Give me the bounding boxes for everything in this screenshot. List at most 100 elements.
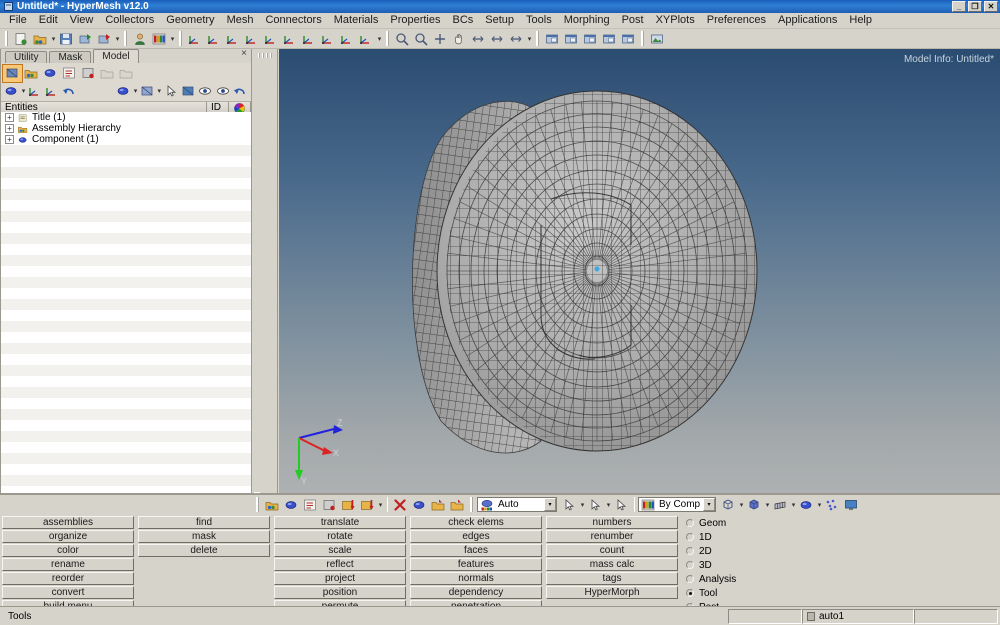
menu-item-view[interactable]: View (64, 13, 100, 28)
normal-view-dropdown-arrow[interactable]: ▾ (376, 30, 383, 48)
browser-tab-mask[interactable]: Mask (49, 51, 92, 63)
organize-icon[interactable] (429, 496, 448, 514)
show-all-icon[interactable] (197, 83, 214, 100)
menu-item-post[interactable]: Post (616, 13, 650, 28)
shaded-cube-dropdown-arrow[interactable]: ▾ (764, 496, 771, 514)
panel-button-mask[interactable]: mask (138, 530, 270, 543)
menu-item-connectors[interactable]: Connectors (259, 13, 327, 28)
open-model-dropdown-arrow[interactable]: ▾ (50, 30, 57, 48)
xz-plane-icon[interactable] (281, 30, 300, 48)
panel-button-scale[interactable]: scale (274, 544, 406, 557)
pick-region-dropdown-arrow[interactable]: ▾ (605, 496, 612, 514)
card-edit-icon[interactable] (301, 496, 320, 514)
component-icon[interactable] (41, 65, 60, 82)
center-icon[interactable] (431, 30, 450, 48)
menu-item-mesh[interactable]: Mesh (221, 13, 260, 28)
menu-item-materials[interactable]: Materials (328, 13, 385, 28)
panel-button-rotate[interactable]: rotate (274, 530, 406, 543)
display-model-icon[interactable] (2, 63, 23, 83)
monitor-icon[interactable] (842, 496, 861, 514)
menu-item-applications[interactable]: Applications (772, 13, 843, 28)
toolbar-grip-window-group[interactable] (536, 31, 540, 46)
save-model-icon[interactable] (57, 30, 76, 48)
highlight-icon[interactable] (180, 83, 197, 100)
rotate-free-dropdown-arrow[interactable]: ▾ (526, 30, 533, 48)
isolate-only-icon[interactable] (44, 83, 61, 100)
close-button[interactable]: ✕ (984, 1, 998, 12)
status-field-2[interactable]: auto1 (802, 608, 914, 624)
toolbar-grip-capture-group[interactable] (641, 31, 645, 46)
page-radio-1d[interactable]: 1D (686, 530, 764, 544)
page-radio-geom[interactable]: Geom (686, 516, 764, 530)
panel-button-assemblies[interactable]: assemblies (2, 516, 134, 529)
menu-item-bcs[interactable]: BCs (447, 13, 480, 28)
pan-hand-icon[interactable] (450, 30, 469, 48)
tree-expander[interactable]: + (5, 113, 14, 122)
color-palette-dropdown-arrow[interactable]: ▾ (169, 30, 176, 48)
nodes-icon[interactable] (823, 496, 842, 514)
menu-item-collectors[interactable]: Collectors (99, 13, 160, 28)
color-mode-combo[interactable]: By Comp ▾ (638, 497, 716, 512)
menu-item-xyplots[interactable]: XYPlots (650, 13, 701, 28)
tree-item-component[interactable]: + Component (1) (1, 134, 251, 145)
menu-item-setup[interactable]: Setup (479, 13, 520, 28)
browser-tab-model[interactable]: Model (93, 49, 139, 63)
shaded-cube-icon[interactable] (745, 496, 764, 514)
page-radio-2d[interactable]: 2D (686, 544, 764, 558)
panel-button-color[interactable]: color (2, 544, 134, 557)
panel-button-faces[interactable]: faces (410, 544, 542, 557)
menu-item-properties[interactable]: Properties (384, 13, 446, 28)
panel-button-organize[interactable]: organize (2, 530, 134, 543)
panel-button-normals[interactable]: normals (410, 572, 542, 585)
export-dropdown-arrow[interactable]: ▾ (114, 30, 121, 48)
close-icon[interactable]: × (241, 48, 247, 59)
surface-icon[interactable] (797, 496, 816, 514)
include-edit-icon[interactable] (320, 496, 339, 514)
menu-item-help[interactable]: Help (843, 13, 878, 28)
color-by-icon[interactable] (139, 83, 156, 100)
rotate-vertical-icon[interactable] (488, 30, 507, 48)
reverse-icon[interactable] (61, 83, 78, 100)
page-radio-analysis[interactable]: Analysis (686, 572, 764, 586)
menu-item-geometry[interactable]: Geometry (160, 13, 220, 28)
toolbar-grip-user-group[interactable] (124, 31, 128, 46)
command-toolbar-grip-2[interactable] (470, 497, 474, 512)
import-icon[interactable] (76, 30, 95, 48)
menu-item-preferences[interactable]: Preferences (701, 13, 772, 28)
user-profile-icon[interactable] (131, 30, 150, 48)
panel-button-edges[interactable]: edges (410, 530, 542, 543)
pick-box-icon[interactable] (612, 496, 631, 514)
show-component-icon[interactable] (3, 83, 20, 100)
yz-plane-icon[interactable] (300, 30, 319, 48)
toolbar-grip-view-group[interactable] (179, 31, 183, 46)
entity-select-combo[interactable]: Auto ▾ (477, 497, 557, 512)
panel-button-find[interactable]: find (138, 516, 270, 529)
panel-button-reflect[interactable]: reflect (274, 558, 406, 571)
browser-tab-utility[interactable]: Utility (5, 51, 48, 63)
pick-by-path-dropdown-arrow[interactable]: ▾ (579, 496, 586, 514)
menu-item-edit[interactable]: Edit (33, 13, 64, 28)
pointer-icon[interactable] (162, 83, 179, 100)
panel-button-position[interactable]: position (274, 586, 406, 599)
tree-expander[interactable]: + (5, 135, 14, 144)
components-icon[interactable] (282, 496, 301, 514)
panel-button-count[interactable]: count (546, 544, 678, 557)
load-collector-icon[interactable] (339, 496, 358, 514)
card-icon[interactable] (60, 65, 79, 82)
entity-tree[interactable]: + Title (1) + Assembly Hierarchy + Component … (1, 112, 251, 493)
surface-dropdown-arrow[interactable]: ▾ (816, 496, 823, 514)
color-mode-arrow[interactable]: ▾ (703, 498, 715, 511)
new-model-icon[interactable] (12, 30, 31, 48)
panel-button-rename[interactable]: rename (2, 558, 134, 571)
entity-select-arrow[interactable]: ▾ (544, 498, 556, 511)
panel-button-renumber[interactable]: renumber (546, 530, 678, 543)
panel-button-tags[interactable]: tags (546, 572, 678, 585)
assembly-icon[interactable] (22, 65, 41, 82)
toolbar-grip[interactable] (258, 53, 272, 58)
feature-lines-dropdown-arrow[interactable]: ▾ (790, 496, 797, 514)
arrow-rotate-icon[interactable] (469, 30, 488, 48)
pick-by-path-icon[interactable] (560, 496, 579, 514)
open-model-icon[interactable] (31, 30, 50, 48)
single-window-icon[interactable] (543, 30, 562, 48)
stacked-window-icon[interactable] (581, 30, 600, 48)
